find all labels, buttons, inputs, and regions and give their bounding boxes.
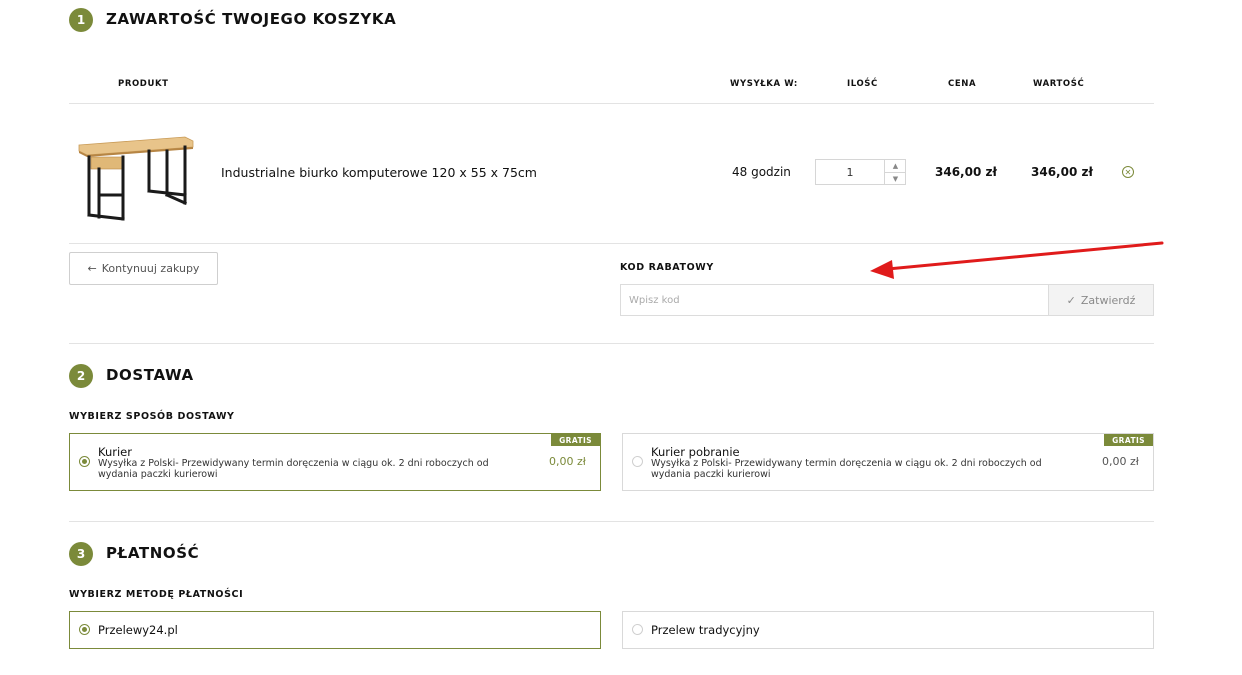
delivery-radio-kurier[interactable] <box>79 456 90 467</box>
continue-shopping-label: Kontynuuj zakupy <box>101 262 200 275</box>
desk-image <box>78 136 194 221</box>
payment-option-title: Przelewy24.pl <box>98 623 178 637</box>
delivery-radio-kurier-pobranie[interactable] <box>632 456 643 467</box>
column-header-product: PRODUKT <box>118 79 169 89</box>
coupon-confirm-label: Zatwierdź <box>1080 293 1136 307</box>
payment-option-przelew-tradycyjny[interactable]: Przelew tradycyjny <box>622 611 1154 649</box>
delivery-option-description: Wysyłka z Polski- Przewidywany termin do… <box>98 458 489 480</box>
quantity-stepper: ▲ ▼ <box>815 159 906 185</box>
divider <box>69 343 1154 344</box>
delivery-option-price: 0,00 zł <box>549 455 586 468</box>
delivery-option-title: Kurier pobranie <box>651 445 740 459</box>
column-header-price: CENA <box>948 79 977 89</box>
step-number-3: 3 <box>69 542 93 566</box>
coupon-label: KOD RABATOWY <box>620 262 714 273</box>
check-icon: ✓ <box>1066 293 1076 307</box>
gratis-badge: GRATIS <box>1104 434 1153 446</box>
item-value: 346,00 zł <box>1031 165 1093 179</box>
column-header-quantity: ILOŚĆ <box>847 79 878 89</box>
item-price: 346,00 zł <box>935 165 997 179</box>
step-number-1: 1 <box>69 8 93 32</box>
delivery-subtitle: WYBIERZ SPOSÓB DOSTAWY <box>69 411 235 422</box>
chevron-down-icon: ▼ <box>892 175 899 183</box>
annotation-arrow <box>870 241 1164 279</box>
step-number-2: 2 <box>69 364 93 388</box>
continue-shopping-button[interactable]: ← Kontynuuj zakupy <box>69 252 218 285</box>
chevron-up-icon: ▲ <box>892 162 899 170</box>
product-image[interactable] <box>77 133 195 221</box>
payment-subtitle: WYBIERZ METODĘ PŁATNOŚCI <box>69 589 244 600</box>
delivery-option-title: Kurier <box>98 445 132 459</box>
payment-option-title: Przelew tradycyjny <box>651 623 760 637</box>
delivery-option-description: Wysyłka z Polski- Przewidywany termin do… <box>651 458 1042 480</box>
arrow-left-icon: ← <box>87 262 97 275</box>
payment-radio-przelewy24[interactable] <box>79 624 90 635</box>
payment-radio-przelew-tradycyjny[interactable] <box>632 624 643 635</box>
delivery-section-title: DOSTAWA <box>106 366 194 384</box>
quantity-buttons: ▲ ▼ <box>884 160 906 184</box>
divider <box>69 103 1154 104</box>
quantity-input[interactable] <box>816 160 884 184</box>
payment-section-title: PŁATNOŚĆ <box>106 544 200 562</box>
product-name-link[interactable]: Industrialne biurko komputerowe 120 x 55… <box>221 165 537 180</box>
quantity-decrease-button[interactable]: ▼ <box>885 173 906 185</box>
column-header-value: WARTOŚĆ <box>1033 79 1085 89</box>
payment-option-przelewy24[interactable]: Przelewy24.pl <box>69 611 601 649</box>
column-header-shipping: WYSYŁKA W: <box>730 79 798 89</box>
quantity-increase-button[interactable]: ▲ <box>885 160 906 173</box>
coupon-confirm-button[interactable]: ✓ Zatwierdź <box>1048 284 1154 316</box>
delivery-option-price: 0,00 zł <box>1102 455 1139 468</box>
delivery-option-kurier-pobranie[interactable]: GRATIS Kurier pobranie Wysyłka z Polski-… <box>622 433 1154 491</box>
delivery-option-kurier[interactable]: GRATIS Kurier Wysyłka z Polski- Przewidy… <box>69 433 601 491</box>
cart-section-title: ZAWARTOŚĆ TWOJEGO KOSZYKA <box>106 10 397 28</box>
divider <box>69 521 1154 522</box>
close-circle-icon[interactable]: ✕ <box>1122 166 1134 178</box>
gratis-badge: GRATIS <box>551 434 600 446</box>
coupon-code-input[interactable] <box>620 284 1049 316</box>
shipping-time: 48 godzin <box>732 165 791 179</box>
